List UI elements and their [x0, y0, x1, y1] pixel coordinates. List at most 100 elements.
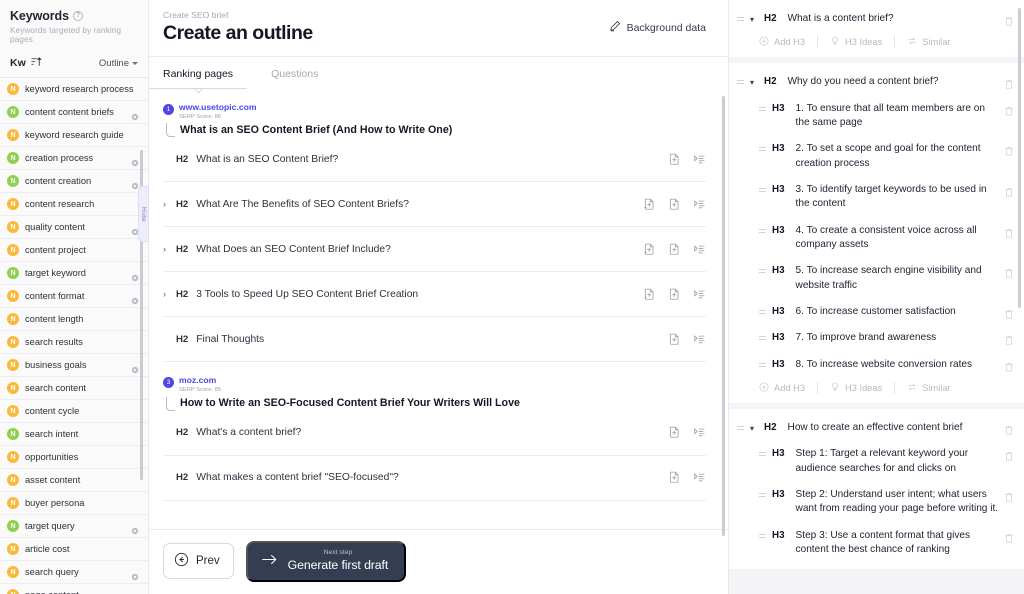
trash-icon[interactable]: [1004, 531, 1014, 543]
keyword-row[interactable]: Nsearch content: [0, 377, 148, 400]
outline-h2-row[interactable]: ▾ H2 Why do you need a content brief?: [737, 69, 1014, 95]
trash-icon[interactable]: [1004, 266, 1014, 278]
keyword-row[interactable]: Ntarget query: [0, 515, 148, 538]
drag-handle-icon[interactable]: [737, 425, 745, 430]
trash-icon[interactable]: [1004, 490, 1014, 502]
outline-h3-row[interactable]: H3 5. To increase search engine visibilit…: [737, 258, 1014, 299]
insert-heading-icon[interactable]: [668, 288, 681, 301]
chevron-right-icon[interactable]: ›: [163, 244, 176, 254]
outline-h3-row[interactable]: H3 4. To create a consistent voice across…: [737, 218, 1014, 259]
outline-h3-row[interactable]: H3 2. To set a scope and goal for the con…: [737, 136, 1014, 177]
domain-link[interactable]: moz.com: [179, 376, 221, 386]
outline-h2-row[interactable]: ▾ H2 How to create an effective content br…: [737, 415, 1014, 441]
trash-icon[interactable]: [1004, 449, 1014, 461]
drag-handle-icon[interactable]: [759, 269, 767, 274]
trash-icon[interactable]: [1004, 423, 1014, 435]
insert-heading-icon[interactable]: [668, 243, 681, 256]
keyword-row[interactable]: Ncontent length: [0, 308, 148, 331]
outline-scrollbar[interactable]: [1018, 8, 1021, 308]
outline-list-icon[interactable]: [693, 198, 706, 211]
outline-h3-row[interactable]: H3 6. To increase customer satisfaction: [737, 299, 1014, 325]
insert-heading-icon[interactable]: [668, 426, 681, 439]
heading-row[interactable]: H2 Final Thoughts: [163, 317, 706, 363]
heading-row[interactable]: › H2 3 Tools to Speed Up SEO Content Brief…: [163, 272, 706, 318]
keyword-row[interactable]: Nbusiness goals: [0, 354, 148, 377]
insert-all-icon[interactable]: [643, 288, 656, 301]
hide-sidebar-toggle[interactable]: Hide: [138, 186, 149, 242]
drag-handle-icon[interactable]: [759, 147, 767, 152]
tab-questions[interactable]: Questions: [271, 57, 318, 89]
trash-icon[interactable]: [1004, 333, 1014, 345]
drag-handle-icon[interactable]: [759, 533, 767, 538]
action-similar[interactable]: Similar: [894, 381, 962, 394]
keyword-row[interactable]: Nsearch query: [0, 561, 148, 584]
trash-icon[interactable]: [1004, 185, 1014, 197]
keyword-row[interactable]: Ncreation process: [0, 147, 148, 170]
gear-icon[interactable]: [131, 292, 139, 305]
heading-row[interactable]: › H2 What Are The Benefits of SEO Content …: [163, 182, 706, 228]
outline-h3-row[interactable]: H3 8. To increase website conversion rate…: [737, 352, 1014, 378]
keyword-row[interactable]: Ntarget keyword: [0, 262, 148, 285]
drag-handle-icon[interactable]: [759, 309, 767, 314]
insert-heading-icon[interactable]: [668, 471, 681, 484]
gear-icon[interactable]: [131, 177, 139, 190]
drag-handle-icon[interactable]: [759, 228, 767, 233]
trash-icon[interactable]: [1004, 226, 1014, 238]
keyword-row[interactable]: Ncontent project: [0, 239, 148, 262]
drag-handle-icon[interactable]: [759, 106, 767, 111]
insert-heading-icon[interactable]: [668, 198, 681, 211]
outline-h3-row[interactable]: H3 7. To improve brand awareness: [737, 325, 1014, 351]
outline-list-icon[interactable]: [693, 471, 706, 484]
gear-icon[interactable]: [131, 108, 139, 121]
trash-icon[interactable]: [1004, 14, 1014, 26]
outline-h3-row[interactable]: H3 Step 3: Use a content format that give…: [737, 523, 1014, 564]
trash-icon[interactable]: [1004, 360, 1014, 372]
keyword-row[interactable]: Nopportunities: [0, 446, 148, 469]
heading-row[interactable]: H2 What's a content brief?: [163, 411, 706, 456]
gear-icon[interactable]: [131, 269, 139, 282]
prev-button[interactable]: Prev: [163, 543, 234, 580]
outline-list-icon[interactable]: [693, 333, 706, 346]
chevron-down-icon[interactable]: ▾: [750, 15, 759, 24]
action-h3-ideas[interactable]: H3 Ideas: [817, 381, 894, 394]
chevron-down-icon[interactable]: ▾: [750, 78, 759, 87]
gear-icon[interactable]: [131, 154, 139, 167]
help-circle-icon[interactable]: ?: [72, 11, 83, 21]
insert-heading-icon[interactable]: [668, 153, 681, 166]
drag-handle-icon[interactable]: [737, 80, 745, 85]
center-scrollbar[interactable]: [722, 96, 725, 536]
heading-row[interactable]: H2 What makes a content brief "SEO-focuse…: [163, 456, 706, 501]
keyword-row[interactable]: Ncontent creation: [0, 170, 148, 193]
outline-list-icon[interactable]: [693, 153, 706, 166]
drag-handle-icon[interactable]: [737, 17, 745, 21]
ranking-pages-list[interactable]: 1 www.usetopic.com SERP Score: 86 What is a…: [149, 89, 728, 529]
outline-dropdown[interactable]: Outline: [99, 58, 138, 69]
keyword-row[interactable]: Nkeyword research process: [0, 78, 148, 101]
gear-icon[interactable]: [131, 361, 139, 374]
chevron-down-icon[interactable]: ▾: [750, 424, 759, 433]
gear-icon[interactable]: [131, 568, 139, 581]
keyword-row[interactable]: Nkeyword research guide: [0, 124, 148, 147]
trash-icon[interactable]: [1004, 104, 1014, 116]
outline-h3-row[interactable]: H3 1. To ensure that all team members are…: [737, 96, 1014, 137]
domain-link[interactable]: www.usetopic.com: [179, 102, 257, 113]
drag-handle-icon[interactable]: [759, 492, 767, 497]
drag-handle-icon[interactable]: [759, 187, 767, 192]
keyword-row[interactable]: Ncontent content briefs: [0, 101, 148, 124]
keyword-row[interactable]: Nbuyer persona: [0, 492, 148, 515]
keyword-row[interactable]: Narticle cost: [0, 538, 148, 561]
keyword-list[interactable]: Nkeyword research process Ncontent conten…: [0, 78, 148, 594]
keyword-row[interactable]: Ncontent research: [0, 193, 148, 216]
trash-icon[interactable]: [1004, 77, 1014, 89]
outline-sections[interactable]: ▾ H2 What is a content brief? Add H3 H3 Idea…: [729, 0, 1024, 570]
generate-first-draft-button[interactable]: Next step Generate first draft: [245, 540, 407, 582]
drag-handle-icon[interactable]: [759, 362, 767, 367]
insert-all-icon[interactable]: [643, 243, 656, 256]
action-similar[interactable]: Similar: [894, 36, 962, 49]
heading-row[interactable]: H2 What is an SEO Content Brief?: [163, 137, 706, 183]
trash-icon[interactable]: [1004, 307, 1014, 319]
keyword-row[interactable]: Nquality content: [0, 216, 148, 239]
keyword-row[interactable]: Ncontent format: [0, 285, 148, 308]
chevron-right-icon[interactable]: ›: [163, 199, 176, 209]
trash-icon[interactable]: [1004, 144, 1014, 156]
